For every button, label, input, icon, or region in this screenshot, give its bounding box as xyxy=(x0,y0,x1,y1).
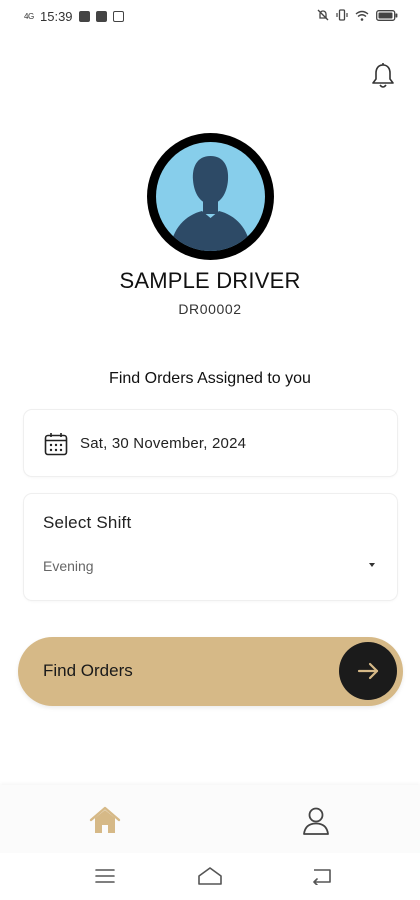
network-type: 4G xyxy=(24,11,34,21)
dropdown-arrow-icon xyxy=(369,563,375,567)
find-orders-title: Find Orders Assigned to you xyxy=(109,370,311,387)
nav-home[interactable] xyxy=(88,805,122,837)
back-icon[interactable] xyxy=(310,867,332,890)
mute-icon xyxy=(317,9,329,21)
status-left: 4G 15:39 xyxy=(24,9,124,24)
shift-value: Evening xyxy=(43,558,94,574)
home-icon xyxy=(89,806,121,833)
vibrate-icon xyxy=(336,9,348,21)
home-icon[interactable] xyxy=(196,865,224,892)
shift-card: Select Shift Evening xyxy=(24,494,397,600)
system-nav-bar xyxy=(0,853,420,900)
wifi-icon xyxy=(355,10,369,21)
menu-icon[interactable] xyxy=(94,867,116,890)
profile-icon xyxy=(303,807,329,835)
date-value: Sat, 30 November, 2024 xyxy=(80,435,247,452)
shift-dropdown[interactable]: Evening xyxy=(24,550,397,586)
status-time: 15:39 xyxy=(40,9,73,24)
battery-icon xyxy=(376,9,398,21)
nav-profile[interactable] xyxy=(300,805,332,837)
avatar-image xyxy=(156,142,265,251)
mail-icon xyxy=(112,11,124,22)
date-picker-field[interactable]: Sat, 30 November, 2024 xyxy=(24,410,397,476)
status-bar: 4G 15:39 xyxy=(0,0,420,34)
avatar xyxy=(147,133,274,260)
driver-home-screen: 4G 15:39 SAMPLE DRIVER DR00002 Find Orde… xyxy=(0,0,420,900)
arrow-right-icon xyxy=(357,662,379,680)
find-orders-label: Find Orders xyxy=(43,661,133,680)
driver-id: DR00002 xyxy=(178,301,242,317)
shift-label: Select Shift xyxy=(43,513,132,532)
youtube-icon xyxy=(95,11,107,22)
calendar-icon xyxy=(44,432,68,456)
driver-name: SAMPLE DRIVER xyxy=(119,268,301,293)
person-silhouette-icon xyxy=(170,156,251,251)
arrow-button[interactable] xyxy=(339,642,397,700)
status-right xyxy=(317,9,398,21)
bottom-nav xyxy=(0,785,420,853)
bell-icon[interactable] xyxy=(370,62,396,90)
s-icon xyxy=(78,11,90,22)
find-orders-button[interactable]: Find Orders xyxy=(18,637,403,706)
